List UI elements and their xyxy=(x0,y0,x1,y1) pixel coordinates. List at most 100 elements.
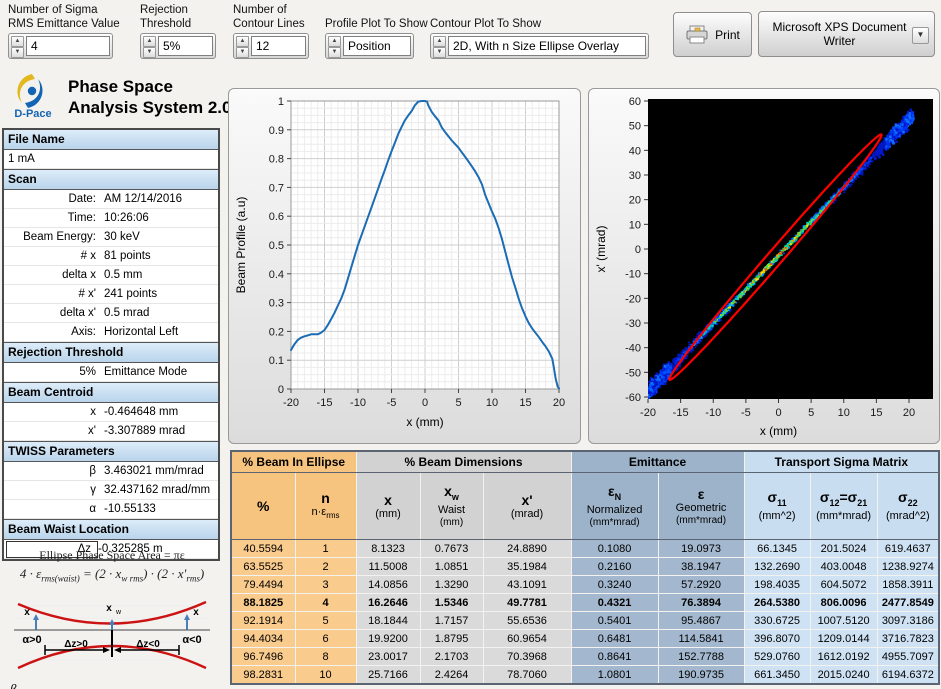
beam-waist-diagram: x x w x α>0 α<0 Δz>0 Δz<0 xyxy=(6,596,218,674)
svg-text:0.3: 0.3 xyxy=(269,298,284,310)
table-row[interactable]: 40.559418.13230.767324.88900.108019.0973… xyxy=(231,540,939,558)
contour-plot-value[interactable]: 2D, With n Size Ellipse Overlay xyxy=(448,36,646,56)
svg-text:10: 10 xyxy=(629,219,641,231)
dropdown-arrow-icon[interactable]: ▼ xyxy=(912,27,929,44)
table-cell: 201.5024 xyxy=(810,540,877,558)
spin-up-icon[interactable]: ▲ xyxy=(143,36,156,47)
formula-block: Ellipse Phase Space Area = πε 4 · εrms(w… xyxy=(0,548,224,584)
table-cell: 396.8070 xyxy=(744,630,810,648)
spinner: ▲▼ xyxy=(236,36,249,56)
contour-lines-value[interactable]: 12 xyxy=(251,36,306,56)
table-cell: 198.4035 xyxy=(744,576,810,594)
table-cell: 6 xyxy=(295,630,356,648)
printer-select[interactable]: Microsoft XPS Document Writer ▼ xyxy=(758,11,935,57)
svg-text:Beam Profile (a.u): Beam Profile (a.u) xyxy=(234,197,248,294)
info-value: -3.307889 mrad xyxy=(104,425,218,437)
table-cell: 529.0760 xyxy=(744,648,810,666)
table-cell: 76.3894 xyxy=(658,594,744,612)
app-title-line2: Analysis System 2.0 xyxy=(68,97,231,118)
svg-text:-20: -20 xyxy=(625,293,641,305)
svg-text:-20: -20 xyxy=(640,407,656,419)
svg-text:0: 0 xyxy=(278,384,284,396)
profile-plot-value[interactable]: Position xyxy=(343,36,411,56)
info-label: γ xyxy=(4,484,104,496)
rejection-threshold-value[interactable]: 5% xyxy=(158,36,213,56)
spin-up-icon[interactable]: ▲ xyxy=(328,36,341,47)
label-line: Rejection xyxy=(140,4,220,18)
table-cell: 14.0856 xyxy=(356,576,420,594)
table-cell: 5 xyxy=(295,612,356,630)
info-row: β3.463021 mm/mrad xyxy=(4,462,218,481)
contour-plot-box[interactable]: ▲▼ 2D, With n Size Ellipse Overlay xyxy=(430,33,649,59)
svg-text:0.1: 0.1 xyxy=(269,355,284,367)
label-line: Profile Plot To Show xyxy=(325,18,445,32)
info-value: 32.437162 mrad/mm xyxy=(104,484,218,496)
info-value: 10:26:06 xyxy=(104,212,218,224)
table-cell: 6194.6372 xyxy=(877,666,939,685)
table-cell: 1.0801 xyxy=(571,666,658,685)
sigma-emittance-value[interactable]: 4 xyxy=(26,36,110,56)
info-label: α xyxy=(4,503,104,515)
info-value: 1 mA xyxy=(4,153,35,165)
table-cell: 264.5380 xyxy=(744,594,810,612)
table-cell: 4 xyxy=(295,594,356,612)
contour-lines-label: Number of Contour Lines xyxy=(233,3,318,31)
table-cell: 94.4034 xyxy=(231,630,295,648)
section-header: TWISS Parameters xyxy=(4,441,218,462)
info-label: Beam Energy: xyxy=(4,231,104,243)
spin-up-icon[interactable]: ▲ xyxy=(11,36,24,47)
table-row[interactable]: 94.4034619.92001.879560.96540.6481114.58… xyxy=(231,630,939,648)
spin-up-icon[interactable]: ▲ xyxy=(236,36,249,47)
spin-down-icon[interactable]: ▼ xyxy=(143,47,156,58)
print-button-label: Print xyxy=(715,28,740,42)
info-value: 3.463021 mm/mrad xyxy=(104,465,218,477)
table-cell: 1.0851 xyxy=(420,558,483,576)
spin-down-icon[interactable]: ▼ xyxy=(236,47,249,58)
spin-down-icon[interactable]: ▼ xyxy=(328,47,341,58)
table-row[interactable]: 96.7496823.00172.170370.39680.8641152.77… xyxy=(231,648,939,666)
table-column-header: σ11(mm^2) xyxy=(744,473,810,540)
profile-plot-box[interactable]: ▲▼ Position xyxy=(325,33,414,59)
table-row[interactable]: 63.5525211.50081.085135.19840.216038.194… xyxy=(231,558,939,576)
info-label: Date: xyxy=(4,193,104,205)
info-value: 30 keV xyxy=(104,231,218,243)
dpace-logo-text: D-Pace xyxy=(8,108,58,120)
info-label: x xyxy=(4,406,104,418)
info-label: 5% xyxy=(4,366,104,378)
label-line: Threshold xyxy=(140,18,220,32)
info-value: -0.464648 mm xyxy=(104,406,218,418)
table-row[interactable]: 79.4494314.08561.329043.10910.324057.292… xyxy=(231,576,939,594)
app-title: Phase Space Analysis System 2.0 xyxy=(68,72,231,120)
contour-lines-box[interactable]: ▲▼ 12 xyxy=(233,33,309,59)
table-cell: 8 xyxy=(295,648,356,666)
table-column-header: σ12=σ21(mm*mrad) xyxy=(810,473,877,540)
dpace-logo-mark xyxy=(8,72,52,110)
table-cell: 19.9200 xyxy=(356,630,420,648)
spin-down-icon[interactable]: ▼ xyxy=(433,47,446,58)
sigma-emittance-box[interactable]: ▲▼ 4 xyxy=(8,33,113,59)
print-button[interactable]: Print xyxy=(673,12,752,57)
table-group-header: % Beam Dimensions xyxy=(356,451,571,473)
table-row[interactable]: 92.1914518.18441.715755.65360.540195.486… xyxy=(231,612,939,630)
table-row[interactable]: 98.28311025.71662.426478.70601.0801190.9… xyxy=(231,666,939,685)
spin-up-icon[interactable]: ▲ xyxy=(433,36,446,47)
table-cell: 16.2646 xyxy=(356,594,420,612)
svg-text:-15: -15 xyxy=(673,407,689,419)
spin-down-icon[interactable]: ▼ xyxy=(11,47,24,58)
label-line: Number of Sigma xyxy=(8,4,128,18)
svg-text:-10: -10 xyxy=(625,269,641,281)
spinner: ▲▼ xyxy=(328,36,341,56)
table-cell: 24.8890 xyxy=(483,540,571,558)
svg-text:10: 10 xyxy=(838,407,850,419)
table-cell: 403.0048 xyxy=(810,558,877,576)
table-cell: 4955.7097 xyxy=(877,648,939,666)
label-line: RMS Emittance Value xyxy=(8,18,128,32)
table-row[interactable]: 88.1825416.26461.534649.77810.432176.389… xyxy=(231,594,939,612)
rejection-threshold-box[interactable]: ▲▼ 5% xyxy=(140,33,216,59)
svg-text:1: 1 xyxy=(278,96,284,108)
info-label: β xyxy=(4,465,104,477)
table-cell: 66.1345 xyxy=(744,540,810,558)
table-cell: 152.7788 xyxy=(658,648,744,666)
svg-text:10: 10 xyxy=(486,397,498,409)
table-cell: 0.5401 xyxy=(571,612,658,630)
